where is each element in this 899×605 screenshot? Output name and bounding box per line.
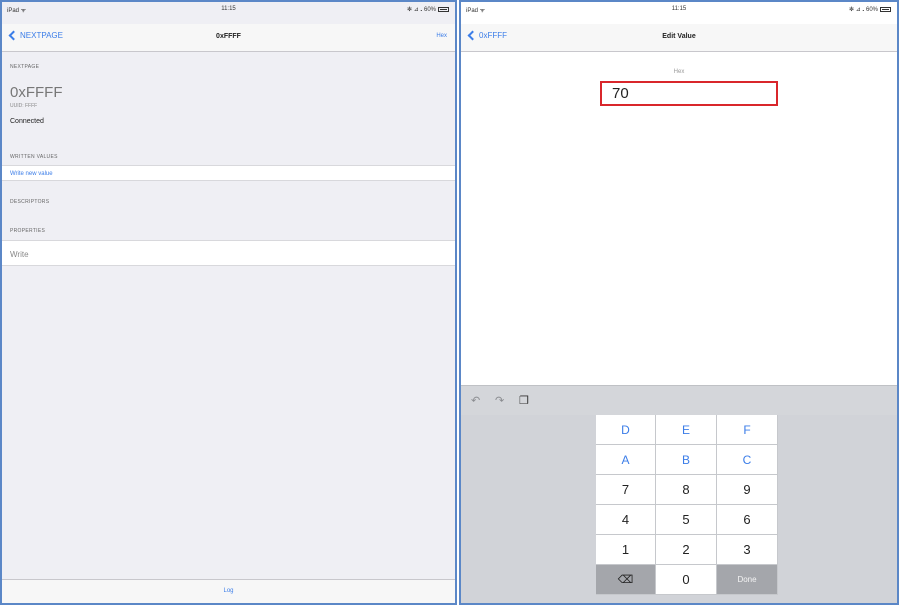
key-9[interactable]: 9	[717, 475, 778, 505]
descriptors-section-header: DESCRIPTORS	[10, 199, 50, 205]
back-button-label: 0xFFFF	[479, 31, 507, 40]
page-title: Edit Value	[662, 33, 696, 40]
status-bar: iPad ᯤ 11:15 ✻ ⊿ 𝅘 60%	[2, 2, 455, 18]
key-f[interactable]: F	[717, 415, 778, 445]
key-8[interactable]: 8	[656, 475, 717, 505]
property-write-row: Write	[2, 240, 455, 266]
back-button[interactable]: NEXTPAGE	[6, 30, 63, 41]
key-2[interactable]: 2	[656, 535, 717, 565]
key-6[interactable]: 6	[717, 505, 778, 535]
keypad: D E F A B C 7 8 9 4 5 6 1 2 3 ⌫ 0 Done	[596, 415, 778, 595]
hex-toggle-button[interactable]: Hex	[436, 33, 447, 39]
bottom-toolbar: Log	[2, 579, 455, 603]
chevron-left-icon	[467, 30, 478, 41]
status-indicators: ✻ ⊿ 𝅘 60%	[407, 6, 449, 14]
key-b[interactable]: B	[656, 445, 717, 475]
back-button-label: NEXTPAGE	[20, 31, 63, 40]
key-5[interactable]: 5	[656, 505, 717, 535]
paste-icon[interactable]: ❐	[519, 394, 529, 407]
status-bar: iPad ᯤ 11:15 ✻ ⊿ 𝅘 60%	[461, 2, 897, 18]
key-1[interactable]: 1	[596, 535, 656, 565]
peripheral-section-header: NEXTPAGE	[10, 64, 40, 70]
connection-status: Connected	[10, 118, 44, 125]
key-3[interactable]: 3	[717, 535, 778, 565]
key-d[interactable]: D	[596, 415, 656, 445]
status-time: 11:15	[671, 6, 687, 12]
written-values-section-header: WRITTEN VALUES	[10, 154, 58, 160]
properties-section-header: PROPERTIES	[10, 228, 46, 234]
redo-icon[interactable]: ↷	[495, 394, 504, 407]
write-new-value-row[interactable]: Write new value	[2, 165, 455, 181]
page-title: 0xFFFF	[216, 33, 241, 40]
battery-icon	[880, 6, 891, 12]
key-0[interactable]: 0	[656, 565, 717, 595]
keyboard-shortcut-bar: ↶ ↷ ❐	[461, 385, 897, 415]
battery-icon	[438, 6, 449, 12]
characteristic-detail-pane: iPad ᯤ 11:15 ✻ ⊿ 𝅘 60% NEXTPAGE 0xFFFF H…	[0, 0, 457, 605]
characteristic-uuid: UUID: FFFF	[10, 103, 38, 109]
key-7[interactable]: 7	[596, 475, 656, 505]
undo-icon[interactable]: ↶	[471, 394, 480, 407]
value-format-label: Hex	[673, 69, 685, 75]
done-key[interactable]: Done	[717, 565, 778, 595]
edit-value-pane: iPad ᯤ 11:15 ✻ ⊿ 𝅘 60% 0xFFFF Edit Value…	[459, 0, 899, 605]
hex-value-input[interactable]	[600, 81, 778, 106]
property-write-label: Write	[10, 250, 29, 259]
key-e[interactable]: E	[656, 415, 717, 445]
write-new-value-label: Write new value	[10, 171, 53, 177]
log-button[interactable]: Log	[2, 588, 455, 594]
navigation-bar: NEXTPAGE 0xFFFF Hex	[2, 24, 455, 52]
key-4[interactable]: 4	[596, 505, 656, 535]
navigation-bar: 0xFFFF Edit Value	[461, 24, 897, 52]
back-button[interactable]: 0xFFFF	[465, 30, 507, 41]
status-time: 11:15	[221, 6, 236, 12]
status-indicators: ✻ ⊿ 𝅘 60%	[849, 6, 891, 14]
characteristic-name: 0xFFFF	[10, 84, 63, 101]
key-c[interactable]: C	[717, 445, 778, 475]
chevron-left-icon	[8, 30, 19, 41]
hex-keyboard: D E F A B C 7 8 9 4 5 6 1 2 3 ⌫ 0 Done	[461, 415, 897, 603]
delete-key[interactable]: ⌫	[596, 565, 656, 595]
key-a[interactable]: A	[596, 445, 656, 475]
